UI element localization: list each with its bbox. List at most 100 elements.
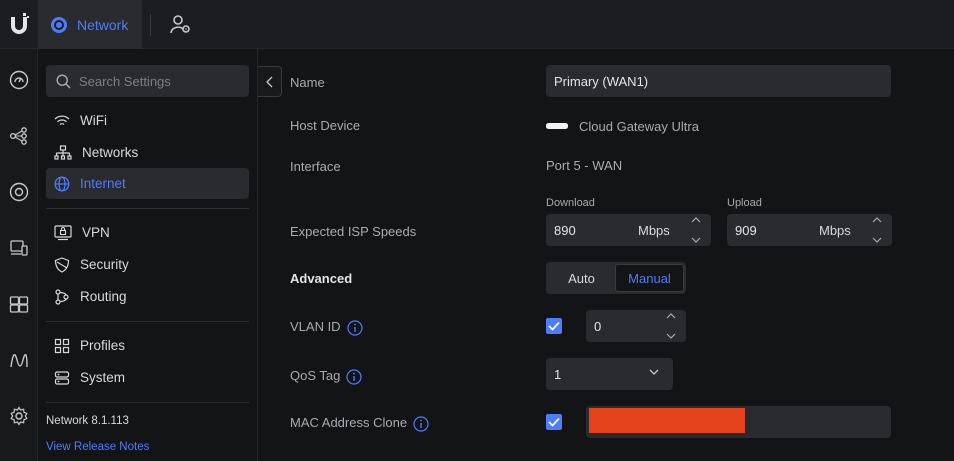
vpn-icon [54,224,72,240]
sidebar-item-label: VPN [82,225,110,240]
mac-address-redaction [589,408,745,433]
version-label: Network 8.1.113 [46,415,129,427]
sidebar-item-vpn[interactable]: VPN [46,217,249,248]
interface-label: Interface [290,159,341,174]
rail-settings[interactable] [0,400,38,432]
rail-topology[interactable] [0,120,38,152]
upload-value: 909 [735,222,757,238]
upload-caption: Upload [727,197,762,209]
release-notes-link[interactable]: View Release Notes [46,441,149,453]
dashboard-icon [9,70,29,90]
download-unit: Mbps [638,222,670,238]
mac-clone-label: MAC Address Clone [290,415,429,432]
search-input[interactable] [79,73,239,89]
sidebar-item-profiles[interactable]: Profiles [46,330,249,361]
upload-stepper[interactable] [870,217,884,243]
vlan-id-input[interactable]: 0 [586,310,686,342]
upload-speed-input[interactable]: 909 Mbps [727,214,892,246]
sidebar-item-internet[interactable]: Internet [46,168,249,199]
advanced-mode-toggle[interactable]: Auto Manual [546,262,686,294]
chevron-up-icon[interactable] [872,217,882,223]
mac-clone-checkbox[interactable] [546,414,562,430]
admin-settings-button[interactable] [168,12,194,38]
sidebar-item-label: System [80,370,126,385]
qos-tag-label: QoS Tag [290,368,362,385]
network-app-tab[interactable]: Network [38,0,142,49]
ubiquiti-logo-icon [11,12,29,34]
sidebar-divider [46,321,249,322]
search-settings[interactable] [46,65,249,97]
upload-unit: Mbps [819,222,851,238]
advanced-option-auto[interactable]: Auto [548,264,615,292]
sidebar-item-label: WiFi [80,113,107,128]
rail-dashboard[interactable] [0,64,38,96]
clients-icon [10,240,28,256]
chevron-down-icon [649,369,659,375]
check-icon [548,321,560,331]
rail-devices[interactable] [0,176,38,208]
vlan-id-label-text: VLAN ID [290,319,341,334]
user-gear-icon [170,15,190,34]
qos-tag-select[interactable]: 1 [546,358,673,390]
advanced-option-manual[interactable]: Manual [615,264,684,292]
networks-icon [54,144,72,160]
topology-icon [9,127,27,145]
top-bar: Network [0,0,954,49]
ports-icon [9,296,29,313]
sidebar-item-routing[interactable]: Routing [46,281,249,312]
sidebar-item-label: Profiles [80,338,126,353]
vlan-id-value: 0 [594,318,602,334]
info-icon[interactable] [413,415,429,432]
internet-settings-form: Name Host Device Cloud Gateway Ultra Int… [258,49,954,461]
system-icon [54,370,70,385]
download-value: 890 [554,222,576,238]
download-stepper[interactable] [689,217,703,243]
chevron-down-icon[interactable] [872,237,882,243]
search-icon [56,73,71,88]
sidebar-item-wifi[interactable]: WiFi [46,105,249,136]
rail-ports[interactable] [0,288,38,320]
info-icon[interactable] [346,368,362,385]
insights-icon [10,354,28,368]
sidebar-item-label: Networks [82,145,139,160]
interface-value: Port 5 - WAN [546,158,623,173]
sidebar-item-label: Internet [80,176,126,191]
sidebar-item-label: Routing [80,289,127,304]
rail-clients[interactable] [0,232,38,264]
rail-insights[interactable] [0,344,38,376]
shield-icon [54,256,70,273]
routing-icon [55,288,69,305]
advanced-label: Advanced [290,271,353,286]
name-label: Name [290,75,325,90]
ubiquiti-logo[interactable] [0,0,38,49]
chevron-down-icon[interactable] [666,333,676,339]
sidebar-item-networks[interactable]: Networks [46,137,249,168]
gateway-device-icon [546,123,568,129]
network-app-label: Network [77,16,129,33]
wifi-icon [54,114,70,125]
sidebar-item-security[interactable]: Security [46,249,249,280]
network-app-icon [51,16,67,33]
download-speed-input[interactable]: 890 Mbps [546,214,711,246]
topbar-divider [150,14,151,36]
chevron-up-icon[interactable] [666,313,676,319]
mac-clone-label-text: MAC Address Clone [290,415,408,430]
qos-tag-value: 1 [554,366,562,382]
globe-icon [54,176,70,191]
vlan-id-label: VLAN ID [290,319,363,336]
vlan-id-stepper[interactable] [664,313,678,339]
info-icon[interactable] [346,319,363,336]
vlan-id-checkbox[interactable] [546,318,562,334]
download-caption: Download [546,197,595,209]
qos-tag-label-text: QoS Tag [290,368,341,383]
check-icon [548,417,560,427]
chevron-down-icon[interactable] [691,237,701,243]
host-device-label: Host Device [290,118,361,133]
name-input[interactable] [546,65,891,97]
chevron-up-icon[interactable] [691,217,701,223]
host-device-value: Cloud Gateway Ultra [579,119,699,134]
sidebar-item-system[interactable]: System [46,362,249,393]
app-rail [0,49,38,461]
profiles-icon [54,338,70,353]
devices-icon [9,182,29,202]
